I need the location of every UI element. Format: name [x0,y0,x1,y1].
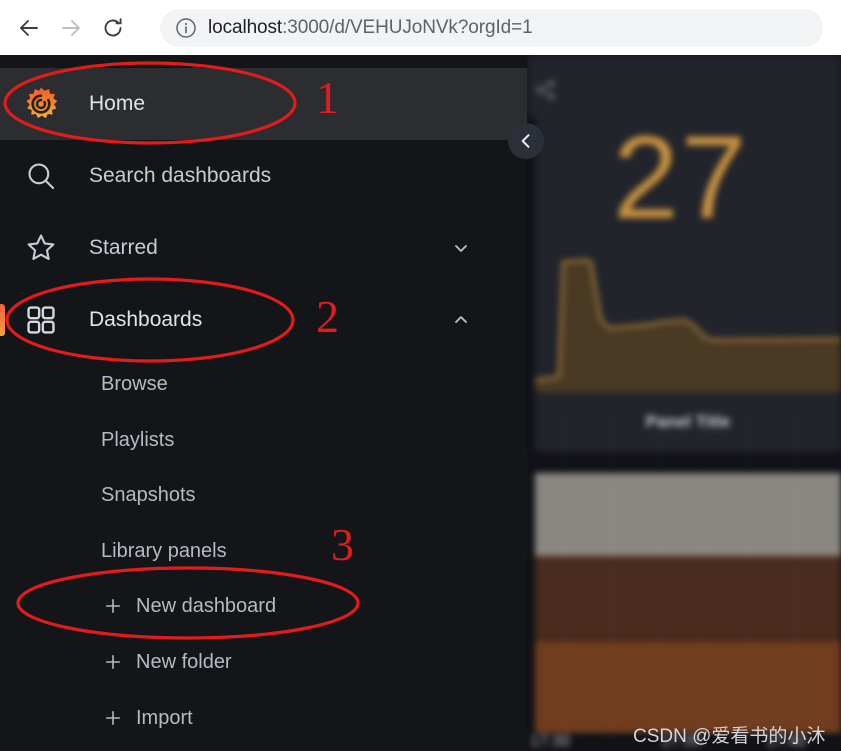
chevron-up-icon[interactable] [450,309,472,331]
search-glyph [28,163,55,190]
url-text: localhost:3000/d/VEHUJoNVk?orgId=1 [208,17,533,39]
reload-button[interactable] [92,7,134,49]
sidebar-subitem-label: Browse [101,372,168,395]
grafana-logo-icon [22,85,60,123]
grafana-logo-glyph [26,87,58,119]
back-button[interactable] [8,7,50,49]
grid-line [565,421,566,751]
browser-nav-buttons [0,7,134,49]
plus-icon [105,710,121,726]
chevron-down-icon[interactable] [450,237,472,259]
sidebar-subitem-new-folder[interactable]: New folder [0,634,527,690]
sidebar-subitem-label: Playlists [101,428,175,451]
navigation-sidebar: Home Search dashboards Starred Dashboard… [0,55,527,751]
star-glyph [27,234,55,260]
sidebar-subitem-label: Import [136,706,193,729]
forward-arrow-icon [62,19,80,36]
collapse-menu-button[interactable] [508,123,544,159]
grid-line [795,421,796,751]
grafana-page: 27 Panel Title 17:30 17:35 17:40 CSDN @爱… [0,55,841,751]
sidebar-subitem-import[interactable]: Import [0,690,527,746]
stat-panel[interactable]: 27 [535,117,841,392]
grid-apps-icon [22,301,60,339]
share-nodes-icon[interactable] [533,77,559,103]
screenshot-root: localhost:3000/d/VEHUJoNVk?orgId=1 27 Pa… [0,0,841,751]
time-tick: 17:30 [530,733,571,750]
sidebar-subitem-browse[interactable]: Browse [0,356,527,412]
active-indicator [0,304,5,336]
grid-line [703,421,704,751]
chevron-left-icon [521,134,530,148]
back-arrow-icon [20,19,38,36]
sidebar-subitem-label: Snapshots [101,483,196,506]
stat-value: 27 [613,117,749,244]
grid-apps-glyph [27,306,55,334]
sidebar-item-label: Starred [89,236,158,259]
sidebar-item-search-dashboards[interactable]: Search dashboards [0,140,527,212]
sidebar-subitem-label: New folder [136,650,232,673]
reload-icon [104,17,122,36]
plus-icon [105,598,121,614]
plus-icon [105,654,121,670]
dashboard-topbar [527,55,841,117]
heatmap-panel[interactable] [535,421,841,751]
sidebar-subitem-new-dashboard[interactable]: New dashboard [0,578,527,634]
sidebar-subitem-label: New dashboard [136,594,277,617]
stat-sparkline [535,258,841,392]
star-icon [22,229,60,267]
url-host: localhost [208,17,283,38]
sidebar-item-starred[interactable]: Starred [0,212,527,284]
sidebar-item-dashboards[interactable]: Dashboards [0,284,527,356]
info-circle-icon[interactable] [174,16,198,40]
chevron-up-glyph [455,316,467,323]
sidebar-subitem-playlists[interactable]: Playlists [0,412,527,468]
grid-line [611,421,612,751]
chevron-down-glyph [455,245,467,252]
watermark: CSDN @爱看书的小沐 [633,726,826,747]
sidebar-item-label: Dashboards [89,308,203,331]
search-icon [22,157,60,195]
dashboard-content-area: 27 Panel Title 17:30 17:35 17:40 [527,55,841,751]
browser-toolbar: localhost:3000/d/VEHUJoNVk?orgId=1 [0,0,841,55]
dashboard-blurred-layer: 27 Panel Title 17:30 17:35 17:40 [527,55,841,751]
grid-line [657,421,658,751]
sidebar-subitem-label: Library panels [101,539,227,562]
forward-button[interactable] [50,7,92,49]
address-bar[interactable]: localhost:3000/d/VEHUJoNVk?orgId=1 [160,9,823,47]
sidebar-item-home[interactable]: Home [0,68,527,140]
sidebar-subitem-snapshots[interactable]: Snapshots [0,467,527,523]
grid-line [749,421,750,751]
sidebar-item-label: Search dashboards [89,164,272,187]
sidebar-item-label: Home [89,92,146,115]
url-path: :3000/d/VEHUJoNVk?orgId=1 [282,17,533,38]
sidebar-subitem-library-panels[interactable]: Library panels [0,523,527,579]
